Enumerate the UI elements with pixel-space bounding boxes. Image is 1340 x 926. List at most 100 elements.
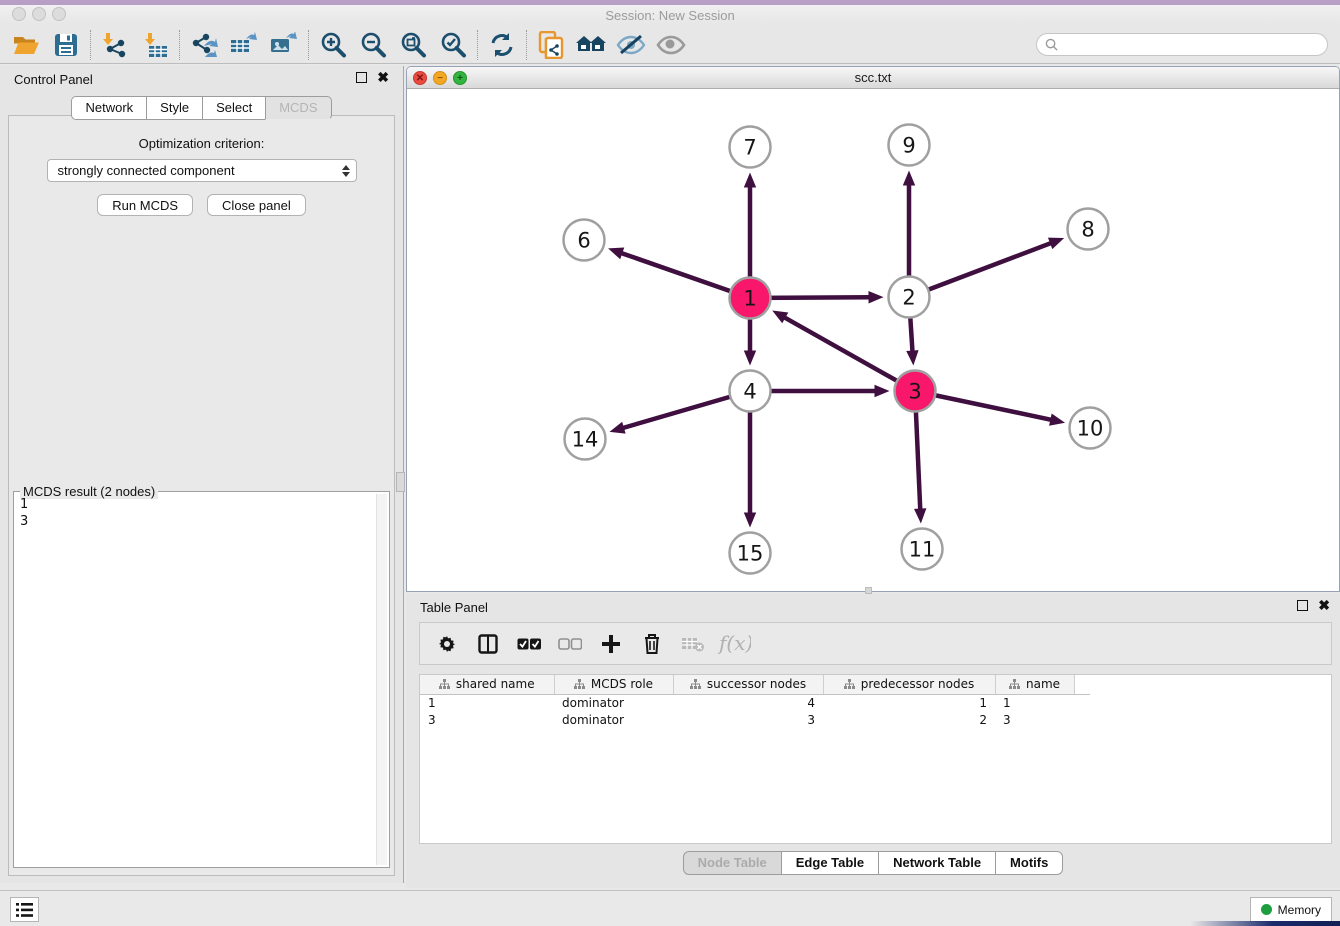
minimize-view-button[interactable]: − [433, 71, 447, 85]
export-table-button[interactable] [224, 29, 264, 61]
tab-select[interactable]: Select [202, 96, 265, 120]
deselect-all-button[interactable] [551, 627, 588, 661]
network-graph: 1234678910111415 [407, 89, 1339, 591]
column-header[interactable]: successor nodes [673, 675, 823, 694]
table-cell[interactable]: 3 [673, 711, 823, 728]
eye-icon [656, 34, 686, 56]
tab-motifs[interactable]: Motifs [995, 851, 1063, 875]
table-settings-button[interactable] [428, 627, 465, 661]
close-panel-icon[interactable]: ✖ [377, 72, 389, 83]
flatten-icon [1009, 679, 1020, 689]
control-panel-title: Control Panel [14, 72, 93, 87]
close-view-button[interactable]: ✕ [413, 71, 427, 85]
close-panel-button[interactable]: Close panel [207, 194, 306, 216]
tab-style[interactable]: Style [146, 96, 202, 120]
tab-network[interactable]: Network [71, 96, 146, 120]
houses-icon [575, 33, 607, 57]
row-filler [1074, 711, 1090, 728]
network-window-titlebar[interactable]: ✕ − + scc.txt [407, 67, 1339, 89]
memory-button[interactable]: Memory [1250, 897, 1332, 922]
import-table-button[interactable] [135, 29, 175, 61]
table-cell[interactable]: 4 [673, 694, 823, 711]
refresh-button[interactable] [482, 29, 522, 61]
table-cell[interactable]: 3 [420, 711, 554, 728]
tab-network-table[interactable]: Network Table [878, 851, 995, 875]
zoom-selected-button[interactable] [433, 29, 473, 61]
open-session-button[interactable] [6, 29, 46, 61]
split-drag-handle[interactable] [865, 587, 872, 594]
column-header[interactable]: name [995, 675, 1074, 694]
graph-edge-arrowhead [1048, 238, 1064, 250]
result-scrollbar[interactable] [376, 494, 387, 865]
column-header[interactable]: predecessor nodes [823, 675, 995, 694]
minimize-window-button[interactable] [32, 7, 46, 21]
run-mcds-button[interactable]: Run MCDS [97, 194, 193, 216]
delete-column-button[interactable] [633, 627, 670, 661]
column-header[interactable]: MCDS role [554, 675, 673, 694]
export-image-icon [270, 32, 298, 58]
float-panel-icon[interactable] [356, 72, 367, 83]
column-header-label: shared name [456, 677, 535, 691]
save-floppy-icon [54, 33, 78, 57]
add-column-button[interactable] [592, 627, 629, 661]
graph-edge-arrowhead [744, 173, 756, 188]
close-table-panel-icon[interactable]: ✖ [1318, 600, 1330, 611]
hide-selection-button[interactable] [611, 29, 651, 61]
maximize-view-button[interactable]: + [453, 71, 467, 85]
toolbar-separator [526, 30, 527, 60]
tab-edge-table[interactable]: Edge Table [781, 851, 878, 875]
window-title: Session: New Session [605, 8, 734, 23]
mcds-result-text[interactable]: 13 [16, 494, 375, 865]
table-cell[interactable]: 3 [995, 711, 1074, 728]
float-table-panel-icon[interactable] [1297, 600, 1308, 611]
graph-edge-arrowhead [744, 351, 756, 366]
select-all-button[interactable] [510, 627, 547, 661]
table-cell[interactable]: dominator [554, 711, 673, 728]
main-toolbar [0, 26, 1340, 64]
desktop-corner [1190, 921, 1340, 926]
zoom-in-icon [319, 31, 347, 59]
column-header-label: successor nodes [707, 677, 806, 691]
table-cell[interactable]: 1 [995, 694, 1074, 711]
table-panel-tabs: Node Table Edge Table Network Table Moti… [406, 851, 1340, 875]
task-history-button[interactable] [10, 897, 39, 922]
table-cell[interactable]: dominator [554, 694, 673, 711]
zoom-out-button[interactable] [353, 29, 393, 61]
save-session-button[interactable] [46, 29, 86, 61]
zoom-window-button[interactable] [52, 7, 66, 21]
column-header[interactable]: shared name [420, 675, 554, 694]
graph-edge[interactable] [784, 317, 915, 391]
network-canvas[interactable]: 1234678910111415 [407, 89, 1339, 591]
eye-slash-icon [616, 34, 646, 56]
optimization-criterion-dropdown[interactable]: strongly connected component [47, 159, 357, 182]
table-row[interactable]: 1dominator411 [420, 694, 1090, 711]
export-image-button[interactable] [264, 29, 304, 61]
export-network-button[interactable] [184, 29, 224, 61]
tab-node-table[interactable]: Node Table [683, 851, 781, 875]
checked-boxes-icon [517, 638, 541, 650]
table-cell[interactable]: 2 [823, 711, 995, 728]
panel-divider-handle[interactable] [396, 472, 405, 492]
delete-table-button[interactable] [674, 627, 711, 661]
function-builder-button[interactable]: f(x) [715, 627, 752, 661]
search-field[interactable] [1036, 33, 1328, 56]
close-window-button[interactable] [12, 7, 26, 21]
toolbar-separator [179, 30, 180, 60]
zoom-in-button[interactable] [313, 29, 353, 61]
result-line: 3 [20, 513, 371, 530]
column-layout-button[interactable] [469, 627, 506, 661]
graph-node-label: 8 [1081, 218, 1094, 242]
graph-node-label: 15 [737, 542, 764, 566]
search-input[interactable] [1058, 35, 1327, 54]
apply-layout-button[interactable] [571, 29, 611, 61]
graph-edge[interactable] [909, 243, 1052, 297]
table-cell[interactable]: 1 [420, 694, 554, 711]
open-folder-icon [13, 33, 40, 57]
table-cell[interactable]: 1 [823, 694, 995, 711]
table-row[interactable]: 3dominator323 [420, 711, 1090, 728]
show-all-button[interactable] [651, 29, 691, 61]
zoom-fit-button[interactable] [393, 29, 433, 61]
tab-mcds[interactable]: MCDS [265, 96, 331, 120]
import-network-button[interactable] [95, 29, 135, 61]
new-network-from-selection-button[interactable] [531, 29, 571, 61]
